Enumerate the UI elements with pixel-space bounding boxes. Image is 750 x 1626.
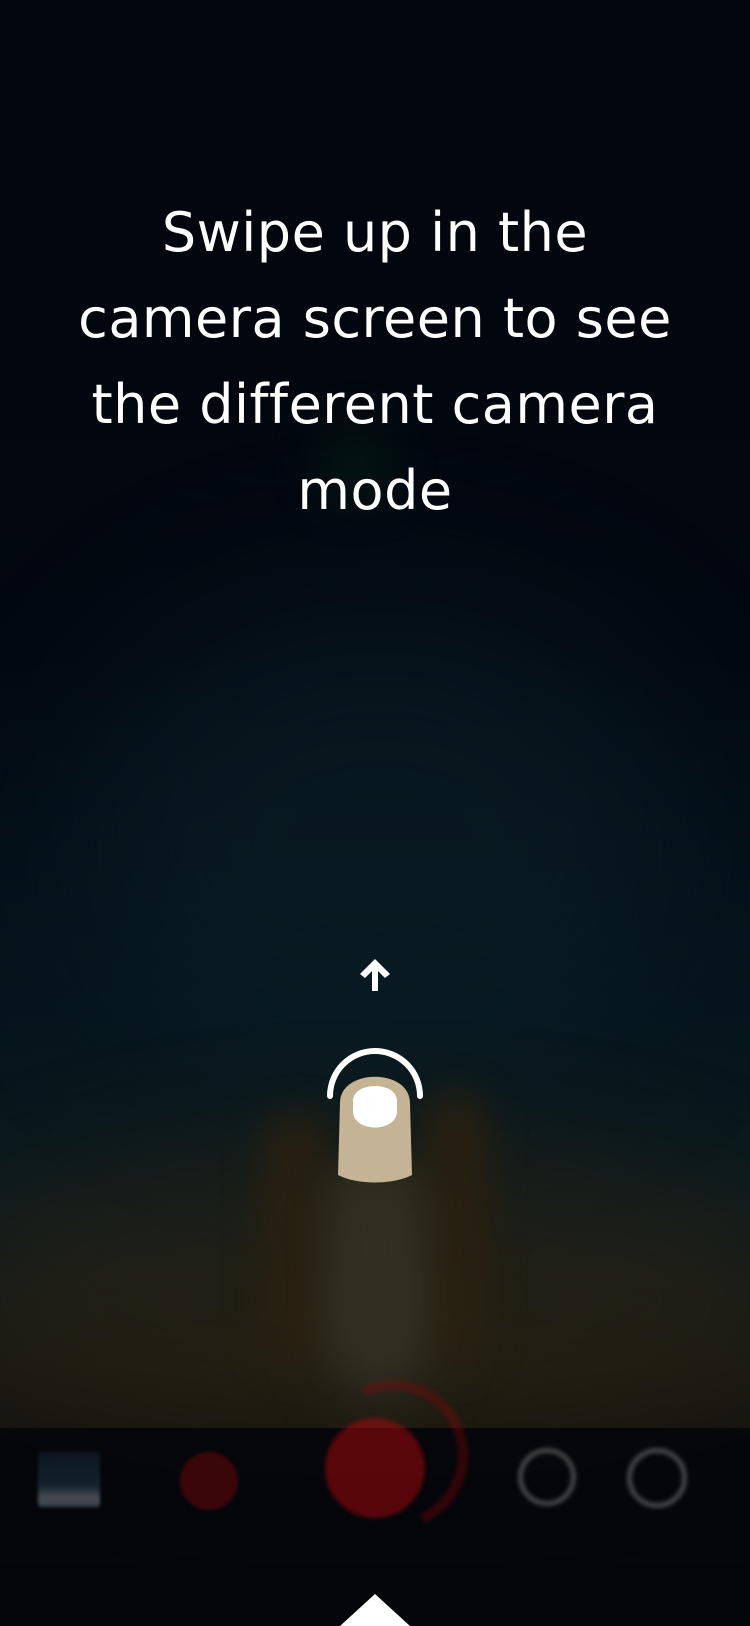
- live-mode-button[interactable]: [180, 1452, 238, 1510]
- caret-up-icon[interactable]: [340, 1592, 410, 1626]
- flip-camera-button[interactable]: [518, 1448, 576, 1506]
- background-figure-center: [325, 1160, 425, 1370]
- background-haze: [80, 600, 680, 1100]
- background-figure-right: [420, 1090, 490, 1370]
- gallery-thumbnail[interactable]: [38, 1452, 100, 1507]
- arrow-up-icon: [360, 959, 390, 991]
- background-figure-left: [260, 1110, 330, 1370]
- swipe-hint-text: Swipe up in the camera screen to see the…: [78, 201, 672, 522]
- face-effects-button[interactable]: [627, 1448, 687, 1508]
- shutter-button[interactable]: [325, 1418, 425, 1518]
- finger-swipe-icon: [327, 1048, 423, 1183]
- camera-tutorial-screen: Swipe up in the camera screen to see the…: [0, 0, 750, 1626]
